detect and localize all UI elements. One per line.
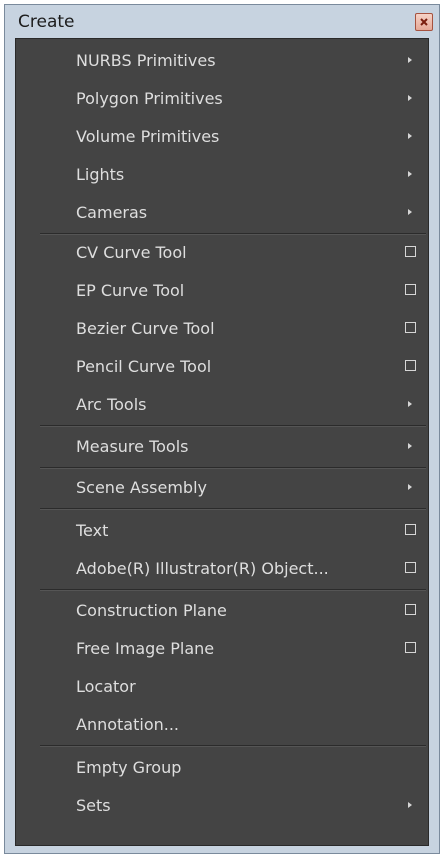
menu-item-label: Bezier Curve Tool (76, 319, 215, 338)
menu-item-locator[interactable]: Locator (16, 669, 428, 705)
option-box-icon[interactable] (405, 642, 416, 653)
option-box-icon[interactable] (405, 284, 416, 295)
menu-item-label: EP Curve Tool (76, 281, 185, 300)
menu-item-annotation[interactable]: Annotation... (16, 707, 428, 743)
menu-item-scene-assembly[interactable]: Scene Assembly (16, 470, 428, 506)
menu-item-empty-group[interactable]: Empty Group (16, 750, 428, 786)
submenu-arrow-icon (408, 401, 412, 407)
menu-item-label: Free Image Plane (76, 639, 215, 658)
menu-item-label: Measure Tools (76, 437, 189, 456)
menu-item-cameras[interactable]: Cameras (16, 195, 428, 231)
menu-item-free-image-plane[interactable]: Free Image Plane (16, 631, 428, 667)
menu-item-polygon-primitives[interactable]: Polygon Primitives (16, 81, 428, 117)
menu-item-label: Empty Group (76, 758, 182, 777)
menu-item-label: Pencil Curve Tool (76, 357, 212, 376)
submenu-arrow-icon (408, 133, 412, 139)
menu-item-label: Arc Tools (76, 395, 147, 414)
option-box-icon[interactable] (405, 524, 416, 535)
title-bar[interactable]: Create (5, 5, 439, 37)
menu-item-label: Scene Assembly (76, 478, 207, 497)
submenu-arrow-icon (408, 802, 412, 808)
menu-item-label: Sets (76, 796, 111, 815)
menu-item-nurbs-primitives[interactable]: NURBS Primitives (16, 43, 428, 79)
menu-item-adobe-illustrator-object[interactable]: Adobe(R) Illustrator(R) Object... (16, 551, 428, 587)
menu-item-label: CV Curve Tool (76, 243, 187, 262)
menu-item-pencil-curve-tool[interactable]: Pencil Curve Tool (16, 349, 428, 385)
submenu-arrow-icon (408, 484, 412, 490)
option-box-icon[interactable] (405, 562, 416, 573)
menu-separator (40, 589, 426, 591)
menu-item-label: NURBS Primitives (76, 51, 216, 70)
menu-item-label: Polygon Primitives (76, 89, 223, 108)
menu-item-label: Annotation... (76, 715, 179, 734)
submenu-arrow-icon (408, 57, 412, 63)
menu-item-label: Cameras (76, 203, 148, 222)
menu-item-label: Adobe(R) Illustrator(R) Object... (76, 559, 329, 578)
menu-item-text[interactable]: Text (16, 513, 428, 549)
menu-separator (40, 425, 426, 427)
menu-item-ep-curve-tool[interactable]: EP Curve Tool (16, 273, 428, 309)
option-box-icon[interactable] (405, 322, 416, 333)
close-button[interactable] (415, 13, 433, 31)
submenu-arrow-icon (408, 171, 412, 177)
option-box-icon[interactable] (405, 360, 416, 371)
menu-item-label: Locator (76, 677, 136, 696)
option-box-icon[interactable] (405, 246, 416, 257)
menu-item-construction-plane[interactable]: Construction Plane (16, 593, 428, 629)
close-icon (420, 18, 428, 26)
menu-separator (40, 467, 426, 469)
submenu-arrow-icon (408, 443, 412, 449)
window-title: Create (18, 12, 75, 32)
menu-item-label: Lights (76, 165, 125, 184)
menu-separator (40, 508, 426, 510)
menu-item-sets[interactable]: Sets (16, 788, 428, 824)
submenu-arrow-icon (408, 95, 412, 101)
menu-item-lights[interactable]: Lights (16, 157, 428, 193)
menu-separator (40, 745, 426, 747)
create-menu-window: Create NURBS Primitives Polygon Primitiv… (4, 4, 440, 854)
menu-item-label: Text (76, 521, 109, 540)
menu-item-bezier-curve-tool[interactable]: Bezier Curve Tool (16, 311, 428, 347)
menu-item-label: Construction Plane (76, 601, 227, 620)
menu-item-volume-primitives[interactable]: Volume Primitives (16, 119, 428, 155)
submenu-arrow-icon (408, 209, 412, 215)
option-box-icon[interactable] (405, 604, 416, 615)
menu-item-measure-tools[interactable]: Measure Tools (16, 429, 428, 465)
menu-item-cv-curve-tool[interactable]: CV Curve Tool (16, 235, 428, 271)
menu-item-label: Volume Primitives (76, 127, 220, 146)
menu-list: NURBS Primitives Polygon Primitives Volu… (15, 38, 429, 846)
menu-item-arc-tools[interactable]: Arc Tools (16, 387, 428, 423)
